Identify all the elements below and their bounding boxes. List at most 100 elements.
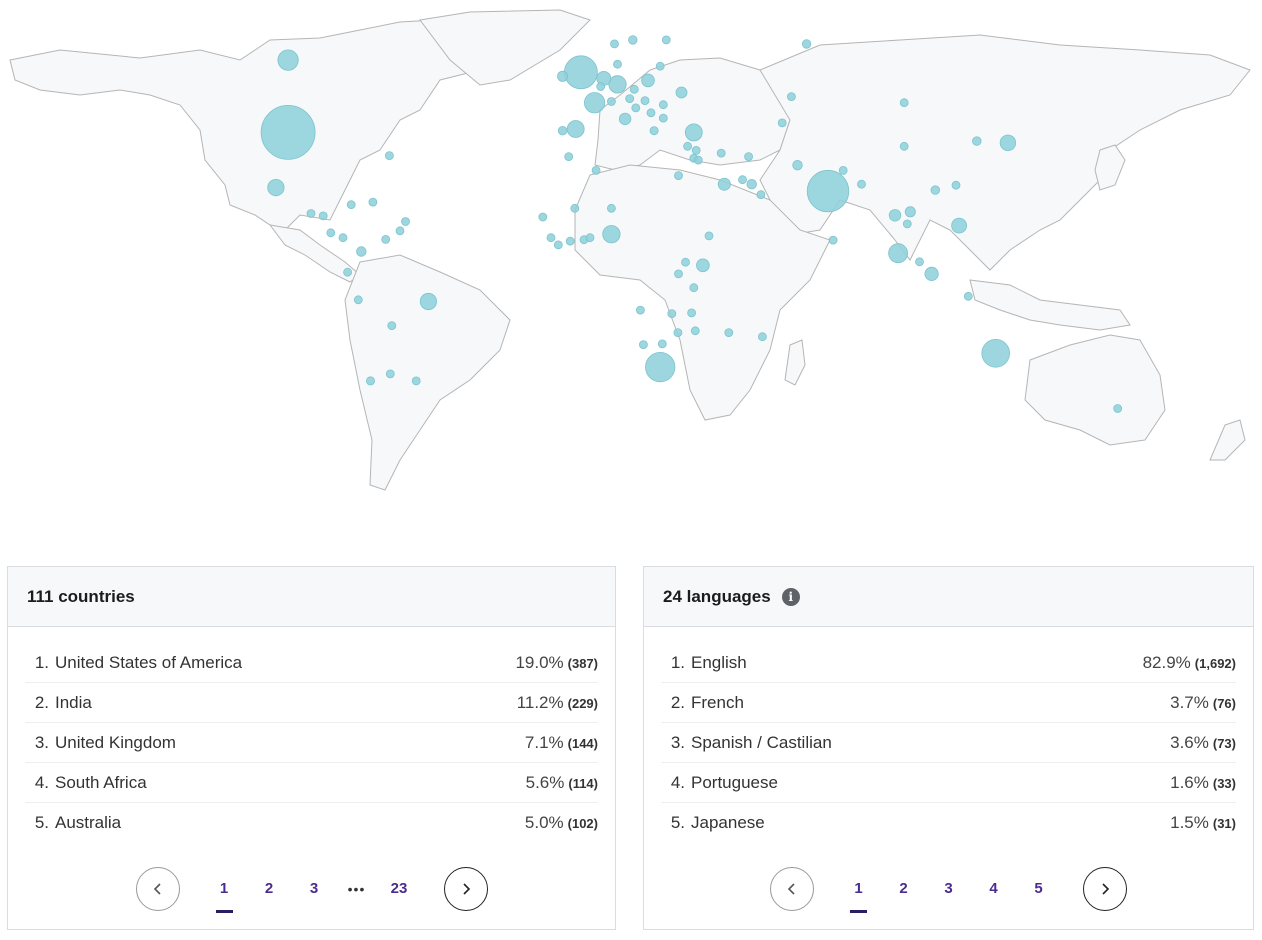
country-bubble[interactable]	[306, 209, 316, 218]
country-bubble[interactable]	[557, 125, 568, 136]
country-bubble[interactable]	[639, 340, 648, 350]
country-bubble[interactable]	[828, 235, 838, 245]
country-bubble[interactable]	[267, 179, 285, 197]
country-bubble[interactable]	[888, 209, 902, 222]
country-bubble[interactable]	[689, 283, 699, 293]
country-bubble[interactable]	[744, 152, 753, 162]
country-bubble[interactable]	[566, 120, 585, 138]
country-bubble[interactable]	[553, 240, 563, 250]
country-bubble[interactable]	[675, 86, 688, 99]
country-bubble[interactable]	[716, 148, 726, 158]
country-bubble[interactable]	[684, 123, 703, 142]
country-bubble[interactable]	[629, 84, 639, 94]
country-bubble[interactable]	[395, 226, 405, 236]
country-bubble[interactable]	[690, 326, 700, 336]
country-bubble[interactable]	[610, 39, 619, 49]
country-bubble[interactable]	[607, 203, 616, 213]
prev-page-button[interactable]	[770, 867, 814, 911]
country-bubble[interactable]	[717, 177, 731, 191]
country-bubble[interactable]	[930, 185, 941, 195]
country-bubble[interactable]	[618, 112, 632, 126]
country-bubble[interactable]	[904, 206, 916, 218]
country-bubble[interactable]	[613, 59, 622, 69]
page-1-button[interactable]: 1	[202, 867, 247, 913]
country-bubble[interactable]	[756, 190, 766, 200]
country-bubble[interactable]	[353, 295, 363, 305]
country-bubble[interactable]	[641, 73, 655, 88]
country-bubble[interactable]	[951, 217, 967, 234]
country-bubble[interactable]	[640, 96, 650, 105]
country-bubble[interactable]	[538, 212, 548, 222]
country-bubble[interactable]	[661, 35, 671, 45]
country-bubble[interactable]	[704, 231, 714, 241]
page-4-button[interactable]: 4	[971, 867, 1016, 911]
country-bubble[interactable]	[596, 82, 606, 91]
country-bubble[interactable]	[591, 165, 601, 175]
country-bubble[interactable]	[565, 236, 575, 246]
country-bubble[interactable]	[557, 70, 569, 82]
country-bubble[interactable]	[645, 351, 676, 383]
country-bubble[interactable]	[838, 165, 848, 175]
country-bubble[interactable]	[674, 171, 683, 181]
country-bubble[interactable]	[738, 175, 747, 185]
country-bubble[interactable]	[411, 376, 421, 386]
next-page-button[interactable]	[1083, 867, 1127, 911]
country-bubble[interactable]	[777, 118, 787, 128]
country-bubble[interactable]	[326, 228, 336, 238]
country-bubble[interactable]	[687, 308, 696, 318]
country-bubble[interactable]	[385, 369, 395, 379]
country-bubble[interactable]	[981, 338, 1010, 368]
country-bubble[interactable]	[646, 108, 656, 118]
country-bubble[interactable]	[792, 159, 803, 171]
country-bubble[interactable]	[673, 328, 683, 338]
country-bubble[interactable]	[1113, 404, 1123, 413]
country-bubble[interactable]	[806, 169, 850, 213]
country-bubble[interactable]	[602, 225, 621, 244]
country-bubble[interactable]	[384, 151, 394, 161]
page-23-button[interactable]: 23	[377, 867, 422, 911]
country-bubble[interactable]	[899, 141, 909, 151]
country-bubble[interactable]	[625, 94, 635, 103]
country-bubble[interactable]	[674, 269, 683, 279]
country-bubble[interactable]	[564, 55, 598, 90]
country-bubble[interactable]	[683, 141, 692, 151]
country-bubble[interactable]	[381, 234, 391, 244]
page-2-button[interactable]: 2	[881, 867, 926, 911]
page-1-button[interactable]: 1	[836, 867, 881, 913]
country-bubble[interactable]	[724, 328, 734, 338]
page-3-button[interactable]: 3	[292, 867, 337, 911]
country-bubble[interactable]	[902, 219, 912, 229]
country-bubble[interactable]	[691, 145, 701, 155]
country-bubble[interactable]	[628, 35, 638, 45]
country-bubble[interactable]	[963, 291, 973, 301]
country-bubble[interactable]	[607, 97, 616, 106]
country-bubble[interactable]	[649, 126, 659, 136]
country-bubble[interactable]	[277, 49, 299, 71]
country-bubble[interactable]	[758, 332, 767, 342]
country-bubble[interactable]	[681, 257, 690, 267]
next-page-button[interactable]	[443, 867, 488, 911]
country-bubble[interactable]	[972, 136, 982, 146]
country-bubble[interactable]	[338, 233, 348, 243]
country-bubble[interactable]	[419, 292, 437, 311]
country-bubble[interactable]	[696, 258, 710, 273]
country-bubble[interactable]	[346, 200, 356, 210]
country-bubble[interactable]	[401, 217, 410, 226]
country-bubble[interactable]	[899, 98, 909, 108]
country-bubble[interactable]	[657, 339, 667, 349]
country-bubble[interactable]	[583, 92, 606, 114]
country-bubble[interactable]	[655, 61, 665, 71]
country-bubble[interactable]	[915, 257, 924, 267]
country-bubble[interactable]	[343, 267, 353, 277]
country-bubble[interactable]	[888, 243, 908, 264]
country-bubble[interactable]	[318, 211, 328, 221]
page-5-button[interactable]: 5	[1016, 867, 1061, 911]
page-3-button[interactable]: 3	[926, 867, 971, 911]
country-bubble[interactable]	[801, 39, 812, 49]
country-bubble[interactable]	[746, 178, 757, 190]
info-icon[interactable]: i	[781, 587, 800, 606]
prev-page-button[interactable]	[135, 867, 180, 911]
country-bubble[interactable]	[368, 197, 378, 207]
country-bubble[interactable]	[608, 75, 627, 94]
country-bubble[interactable]	[658, 100, 668, 110]
